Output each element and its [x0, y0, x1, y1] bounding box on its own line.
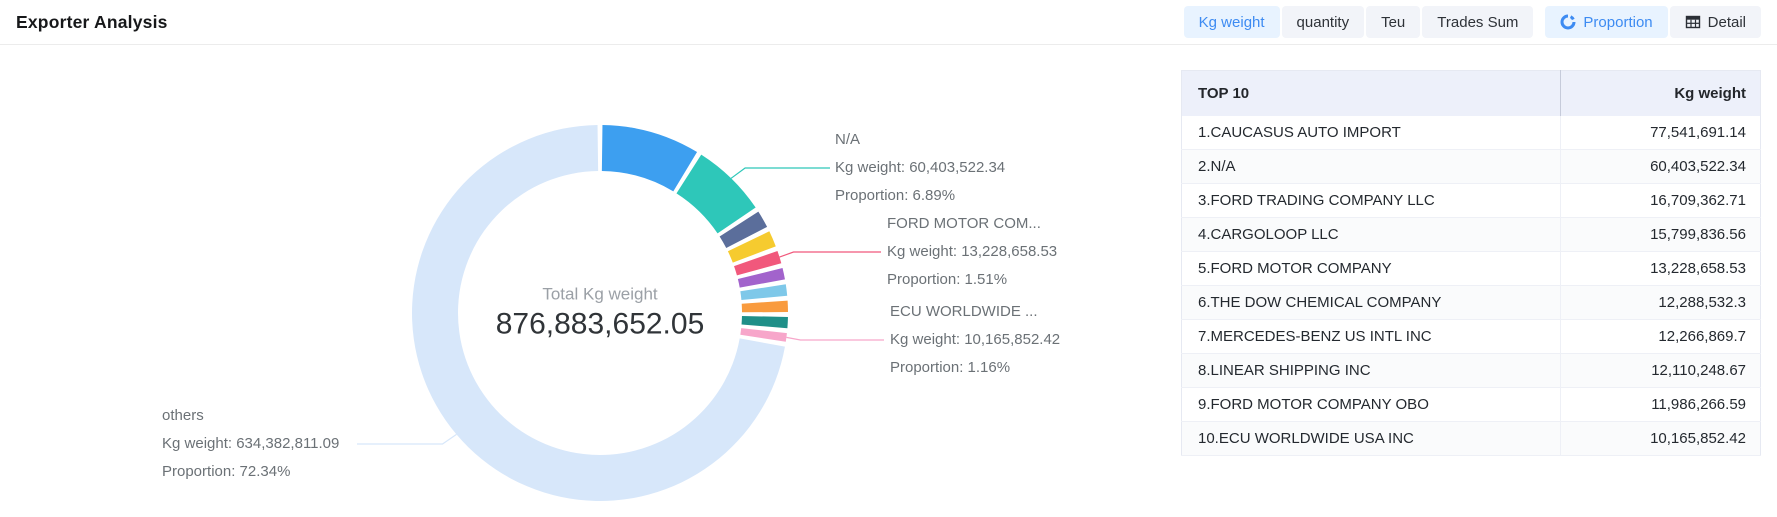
callout-name: N/A [835, 126, 1005, 154]
callout-name: others [162, 402, 339, 430]
kg-weight-cell: 60,403,522.34 [1561, 150, 1761, 184]
tab-quantity[interactable]: quantity [1282, 6, 1365, 38]
top10-table: TOP 10 Kg weight 1.CAUCASUS AUTO IMPORT7… [1181, 70, 1761, 456]
donut-slice-caucasus-auto-import[interactable] [602, 125, 697, 191]
table-row: 7.MERCEDES-BENZ US INTL INC12,266,869.7 [1182, 320, 1761, 354]
table-row: 2.N/A60,403,522.34 [1182, 150, 1761, 184]
donut-slice-mercedes-benz-us-intl-inc[interactable] [740, 284, 787, 300]
table-header-row: TOP 10 Kg weight [1182, 71, 1761, 116]
donut-slice-ford-motor-company-obo[interactable] [742, 316, 788, 328]
donut-chart-icon [1560, 14, 1576, 30]
exporter-name-cell: 1.CAUCASUS AUTO IMPORT [1182, 116, 1561, 150]
exporter-name-cell: 5.FORD MOTOR COMPANY [1182, 252, 1561, 286]
callout-name: FORD MOTOR COM... [887, 210, 1057, 238]
table-header-kg-weight: Kg weight [1561, 71, 1761, 116]
kg-weight-cell: 10,165,852.42 [1561, 422, 1761, 456]
tab-label: Proportion [1583, 14, 1652, 31]
tab-detail[interactable]: Detail [1670, 6, 1761, 38]
callout-proportion: Proportion: 6.89% [835, 182, 1005, 210]
tab-trades-sum[interactable]: Trades Sum [1422, 6, 1533, 38]
exporter-name-cell: 10.ECU WORLDWIDE USA INC [1182, 422, 1561, 456]
kg-weight-cell: 11,986,266.59 [1561, 388, 1761, 422]
tab-bar: Kg weightquantityTeuTrades Sum Proportio… [1184, 6, 1761, 38]
view-tab-group: Proportion Detail [1545, 6, 1761, 38]
kg-weight-cell: 12,110,248.67 [1561, 354, 1761, 388]
callout-kg-weight: Kg weight: 13,228,658.53 [887, 238, 1057, 266]
slice-callout-ecu-worldwide-usa-inc: ECU WORLDWIDE ...Kg weight: 10,165,852.4… [890, 298, 1060, 382]
table-row: 5.FORD MOTOR COMPANY13,228,658.53 [1182, 252, 1761, 286]
exporter-name-cell: 2.N/A [1182, 150, 1561, 184]
slice-callout-others: othersKg weight: 634,382,811.09Proportio… [162, 402, 339, 486]
callout-leader-line [357, 434, 457, 444]
callout-leader-line [786, 337, 884, 340]
exporter-name-cell: 9.FORD MOTOR COMPANY OBO [1182, 388, 1561, 422]
kg-weight-cell: 16,709,362.71 [1561, 184, 1761, 218]
callout-name: ECU WORLDWIDE ... [890, 298, 1060, 326]
table-row: 3.FORD TRADING COMPANY LLC16,709,362.71 [1182, 184, 1761, 218]
exporter-name-cell: 6.THE DOW CHEMICAL COMPANY [1182, 286, 1561, 320]
slice-callout-n-a: N/AKg weight: 60,403,522.34Proportion: 6… [835, 126, 1005, 210]
tab-proportion[interactable]: Proportion [1545, 6, 1667, 38]
exporter-name-cell: 7.MERCEDES-BENZ US INTL INC [1182, 320, 1561, 354]
kg-weight-cell: 77,541,691.14 [1561, 116, 1761, 150]
callout-proportion: Proportion: 1.16% [890, 354, 1060, 382]
callout-proportion: Proportion: 72.34% [162, 458, 339, 486]
donut-slice-ecu-worldwide-usa-inc[interactable] [740, 328, 787, 342]
donut-slice-linear-shipping-inc[interactable] [742, 301, 788, 313]
donut-chart: Total Kg weight 876,883,652.05 N/AKg wei… [0, 45, 1165, 517]
kg-weight-cell: 12,288,532.3 [1561, 286, 1761, 320]
table-row: 8.LINEAR SHIPPING INC12,110,248.67 [1182, 354, 1761, 388]
callout-kg-weight: Kg weight: 10,165,852.42 [890, 326, 1060, 354]
tab-teu[interactable]: Teu [1366, 6, 1420, 38]
table-row: 9.FORD MOTOR COMPANY OBO11,986,266.59 [1182, 388, 1761, 422]
callout-kg-weight: Kg weight: 634,382,811.09 [162, 430, 339, 458]
page-header: Exporter Analysis Kg weightquantityTeuTr… [0, 0, 1777, 45]
table-body: 1.CAUCASUS AUTO IMPORT77,541,691.142.N/A… [1182, 116, 1761, 456]
table-row: 10.ECU WORLDWIDE USA INC10,165,852.42 [1182, 422, 1761, 456]
table-row: 6.THE DOW CHEMICAL COMPANY12,288,532.3 [1182, 286, 1761, 320]
kg-weight-cell: 12,266,869.7 [1561, 320, 1761, 354]
kg-weight-cell: 13,228,658.53 [1561, 252, 1761, 286]
table-icon [1685, 14, 1701, 30]
callout-leader-line [780, 252, 882, 257]
callout-proportion: Proportion: 1.51% [887, 266, 1057, 294]
exporter-name-cell: 4.CARGOLOOP LLC [1182, 218, 1561, 252]
slice-callout-ford-motor-company: FORD MOTOR COM...Kg weight: 13,228,658.5… [887, 210, 1057, 294]
page-title: Exporter Analysis [16, 12, 168, 33]
tab-label: Detail [1708, 14, 1746, 31]
table-row: 1.CAUCASUS AUTO IMPORT77,541,691.14 [1182, 116, 1761, 150]
exporter-name-cell: 3.FORD TRADING COMPANY LLC [1182, 184, 1561, 218]
exporter-name-cell: 8.LINEAR SHIPPING INC [1182, 354, 1561, 388]
tab-kg-weight[interactable]: Kg weight [1184, 6, 1280, 38]
callout-kg-weight: Kg weight: 60,403,522.34 [835, 154, 1005, 182]
table-header-top10: TOP 10 [1182, 71, 1561, 116]
callout-leader-line [731, 168, 830, 178]
table-row: 4.CARGOLOOP LLC15,799,836.56 [1182, 218, 1761, 252]
metric-tab-group: Kg weightquantityTeuTrades Sum [1184, 6, 1534, 38]
kg-weight-cell: 15,799,836.56 [1561, 218, 1761, 252]
